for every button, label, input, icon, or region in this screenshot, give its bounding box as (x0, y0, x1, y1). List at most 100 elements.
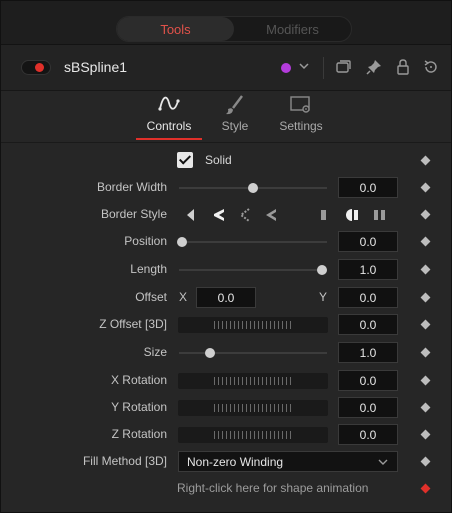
lock-icon[interactable] (394, 58, 412, 76)
tab-style-label: Style (221, 119, 249, 133)
tab-settings-label: Settings (279, 119, 323, 133)
shape-animation-row[interactable]: Right-click here for shape animation (1, 476, 451, 502)
reset-icon[interactable] (422, 58, 440, 76)
keyframe-diamond[interactable] (420, 182, 431, 193)
thumbwheel-ticks (214, 377, 292, 385)
shape-animation-hint[interactable]: Right-click here for shape animation (177, 481, 368, 495)
spline-curve-icon (158, 96, 180, 111)
thumbwheel-ticks (214, 431, 292, 439)
fill-method-value: Non-zero Winding (187, 454, 284, 469)
position-slider[interactable] (179, 241, 327, 243)
offset-x-label: X (179, 290, 188, 304)
tool-color-swatch[interactable] (281, 63, 291, 73)
join-bevel-icon[interactable] (211, 206, 227, 224)
top-tab-bar: Tools Modifiers (1, 1, 451, 45)
brush-icon (226, 95, 243, 115)
keyframe-diamond[interactable] (420, 236, 431, 247)
z-offset-label: Z Offset [3D] (99, 317, 167, 331)
length-slider[interactable] (179, 269, 327, 271)
solid-row: Solid (1, 148, 451, 174)
x-rotation-thumbwheel[interactable] (178, 373, 328, 389)
length-row: Length 1.0 (1, 257, 451, 283)
tab-tools[interactable]: Tools (117, 17, 234, 41)
z-rotation-thumbwheel[interactable] (178, 427, 328, 443)
keyframe-diamond[interactable] (420, 292, 431, 303)
join-round-icon[interactable] (237, 206, 253, 224)
y-rotation-input[interactable]: 0.0 (338, 397, 398, 418)
position-row: Position 0.0 (1, 229, 451, 255)
size-row: Size 1.0 (1, 340, 451, 366)
z-rotation-input[interactable]: 0.0 (338, 424, 398, 445)
solid-checkbox[interactable] (177, 152, 193, 168)
x-rotation-input[interactable]: 0.0 (338, 370, 398, 391)
y-rotation-thumbwheel[interactable] (178, 400, 328, 416)
thumbwheel-ticks (214, 404, 292, 412)
tool-header: sBSpline1 (1, 45, 451, 91)
solid-label: Solid (205, 153, 232, 167)
length-label: Length (130, 262, 167, 276)
tools-modifiers-switch: Tools Modifiers (116, 16, 352, 42)
border-width-input[interactable]: 0.0 (338, 177, 398, 198)
position-label: Position (124, 234, 167, 248)
fill-method-dropdown[interactable]: Non-zero Winding (178, 451, 398, 472)
cap-butt-icon[interactable] (319, 206, 329, 224)
y-rotation-row: Y Rotation 0.0 (1, 395, 451, 421)
z-offset-input[interactable]: 0.0 (338, 314, 398, 335)
x-rotation-row: X Rotation 0.0 (1, 368, 451, 394)
chevron-down-icon (378, 459, 388, 465)
offset-y-label: Y (319, 290, 328, 304)
size-input[interactable]: 1.0 (338, 342, 398, 363)
join-square-icon[interactable] (263, 206, 279, 224)
keyframe-diamond[interactable] (420, 402, 431, 413)
inspector-subtabs: Controls Style Settings (1, 91, 451, 143)
join-miter-icon[interactable] (184, 206, 198, 224)
keyframe-diamond[interactable] (420, 375, 431, 386)
tool-name: sBSpline1 (64, 59, 128, 75)
cap-square-icon[interactable] (372, 206, 388, 224)
offset-x-input[interactable]: 0.0 (196, 287, 256, 308)
keyframe-diamond[interactable] (420, 347, 431, 358)
keyframe-diamond[interactable] (420, 155, 431, 166)
tab-controls[interactable]: Controls (141, 91, 197, 143)
length-slider-knob[interactable] (317, 265, 327, 275)
border-width-slider-knob[interactable] (248, 183, 258, 193)
offset-y-input[interactable]: 0.0 (338, 287, 398, 308)
active-tab-indicator (136, 138, 202, 140)
border-width-row: Border Width 0.0 (1, 175, 451, 201)
y-rotation-label: Y Rotation (111, 400, 167, 414)
chevron-down-icon[interactable] (297, 59, 311, 73)
keyframe-diamond[interactable] (420, 264, 431, 275)
keyframe-diamond[interactable] (420, 429, 431, 440)
toggle-indicator (35, 63, 44, 72)
tool-enable-toggle[interactable] (21, 60, 51, 75)
size-slider[interactable] (179, 352, 327, 354)
border-style-row: Border Style (1, 202, 451, 228)
keyframe-diamond[interactable] (420, 319, 431, 330)
length-input[interactable]: 1.0 (338, 259, 398, 280)
tab-modifiers[interactable]: Modifiers (234, 17, 351, 41)
fill-method-row: Fill Method [3D] Non-zero Winding (1, 449, 451, 475)
position-slider-knob[interactable] (177, 237, 187, 247)
tab-controls-label: Controls (146, 119, 192, 133)
border-width-label: Border Width (96, 180, 167, 194)
offset-label: Offset (135, 290, 167, 304)
offset-row: Offset X 0.0 Y 0.0 (1, 285, 451, 311)
inspector-panel: Tools Modifiers sBSpline1 Controls Style… (0, 0, 452, 513)
keyframe-diamond[interactable] (420, 456, 431, 467)
x-rotation-label: X Rotation (110, 373, 167, 387)
cap-round-icon[interactable] (345, 206, 361, 224)
keyframe-diamond[interactable] (420, 209, 431, 220)
border-style-label: Border Style (100, 207, 167, 221)
tab-settings[interactable]: Settings (273, 91, 329, 143)
pin-icon[interactable] (365, 58, 383, 76)
fill-method-label: Fill Method [3D] (82, 454, 167, 468)
tab-style[interactable]: Style (215, 91, 255, 143)
z-offset-thumbwheel[interactable] (178, 317, 328, 333)
thumbwheel-ticks (214, 321, 292, 329)
z-rotation-row: Z Rotation 0.0 (1, 422, 451, 448)
size-slider-knob[interactable] (205, 348, 215, 358)
window-icon[interactable] (334, 58, 352, 76)
header-divider (323, 57, 324, 79)
keyframe-diamond-active[interactable] (420, 483, 431, 494)
position-input[interactable]: 0.0 (338, 231, 398, 252)
